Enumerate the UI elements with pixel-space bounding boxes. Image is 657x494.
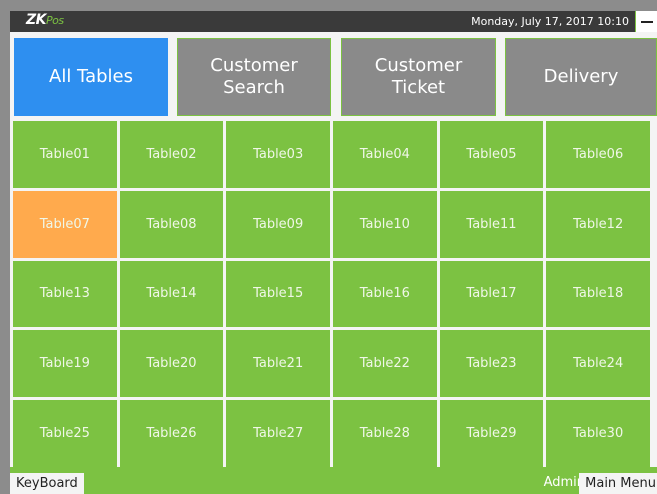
table-button[interactable]: Table21: [226, 330, 330, 398]
table-button[interactable]: Table27: [226, 400, 330, 467]
table-button[interactable]: Table24: [546, 330, 650, 398]
table-button[interactable]: Table29: [439, 400, 544, 467]
table-button[interactable]: Table26: [119, 400, 224, 467]
table-button[interactable]: Table11: [439, 190, 544, 258]
table-button[interactable]: Table13: [13, 260, 117, 328]
tab-label-line2: Search: [223, 77, 285, 98]
tab-label-line2: Ticket: [391, 77, 446, 98]
logo-zk: ZK: [26, 12, 47, 28]
table-button[interactable]: Table20: [119, 330, 224, 398]
datetime-label: Monday, July 17, 2017 10:10: [471, 15, 629, 28]
table-button[interactable]: Table05: [439, 121, 544, 188]
tab-delivery[interactable]: Delivery: [505, 38, 657, 116]
table-button[interactable]: Table14: [119, 260, 224, 328]
table-button[interactable]: Table22: [332, 330, 437, 398]
app-logo: ZKPos: [26, 12, 64, 28]
tab-label: All Tables: [49, 66, 133, 87]
tab-label-line1: Customer: [374, 55, 463, 76]
table-button[interactable]: Table09: [226, 190, 330, 258]
table-button[interactable]: Table06: [546, 121, 650, 188]
table-button[interactable]: Table16: [332, 260, 437, 328]
table-button[interactable]: Table23: [439, 330, 544, 398]
main-menu-button[interactable]: Main Menu: [579, 473, 657, 494]
table-button[interactable]: Table01: [13, 121, 117, 188]
table-button[interactable]: Table28: [332, 400, 437, 467]
table-button[interactable]: Table15: [226, 260, 330, 328]
table-button[interactable]: Table12: [546, 190, 650, 258]
table-grid: Table01 Table02 Table03 Table04 Table05 Table…: [10, 121, 653, 467]
minimize-icon: [641, 21, 653, 23]
table-button[interactable]: Table19: [13, 330, 117, 398]
tab-customer-search[interactable]: Customer Search: [177, 38, 331, 116]
table-button[interactable]: Table17: [439, 260, 544, 328]
keyboard-button[interactable]: KeyBoard: [10, 473, 84, 494]
main-panel: All Tables Customer Search Customer Tick…: [10, 32, 657, 494]
minimize-button[interactable]: [635, 11, 657, 32]
table-button[interactable]: Table30: [546, 400, 650, 467]
table-button[interactable]: Table07: [13, 190, 117, 258]
table-button[interactable]: Table08: [119, 190, 224, 258]
table-button[interactable]: Table02: [119, 121, 224, 188]
tab-label: Delivery: [543, 66, 619, 87]
logo-pos: Pos: [46, 14, 64, 27]
tab-label-line1: Customer: [210, 55, 298, 76]
scrollbar[interactable]: [653, 121, 657, 467]
tab-customer-ticket[interactable]: Customer Ticket: [341, 38, 496, 116]
tab-all-tables[interactable]: All Tables: [14, 38, 168, 116]
table-button[interactable]: Table18: [546, 260, 650, 328]
tab-bar: All Tables Customer Search Customer Tick…: [10, 32, 657, 121]
table-button[interactable]: Table10: [332, 190, 437, 258]
table-button[interactable]: Table03: [226, 121, 330, 188]
footer-bar: KeyBoard Admin Main Menu: [10, 471, 657, 494]
title-bar: ZKPos Monday, July 17, 2017 10:10: [10, 11, 657, 32]
table-button[interactable]: Table04: [332, 121, 437, 188]
table-button[interactable]: Table25: [13, 400, 117, 467]
